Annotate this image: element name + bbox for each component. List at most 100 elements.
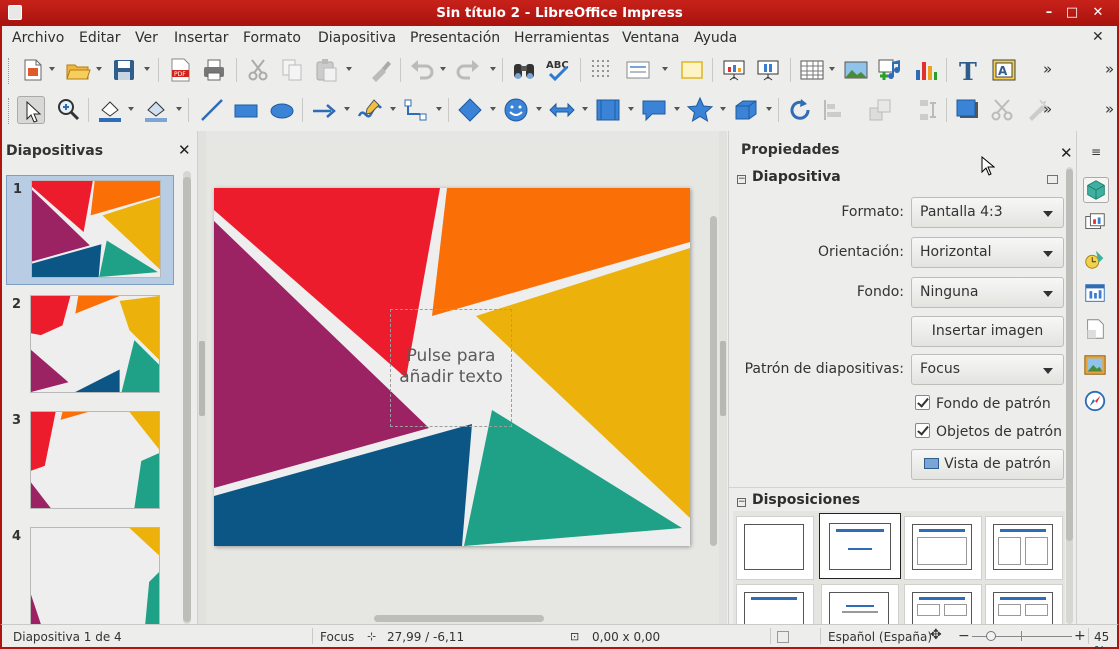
close-window-button[interactable]: ✕ xyxy=(1089,4,1107,22)
arrow-line-icon[interactable] xyxy=(310,96,338,124)
menu-ayuda[interactable]: Ayuda xyxy=(694,30,737,46)
cut-icon[interactable] xyxy=(244,56,272,84)
zoom-slider-handle[interactable] xyxy=(986,631,996,641)
slide-edit-area[interactable]: Pulse para añadir texto xyxy=(206,131,719,624)
toolbar-grip[interactable] xyxy=(8,58,11,84)
splitter-handle[interactable] xyxy=(199,341,205,416)
export-pdf-icon[interactable]: PDF xyxy=(166,56,194,84)
rectangle-tool-icon[interactable] xyxy=(232,96,260,124)
master-slides-deck-icon[interactable] xyxy=(1083,281,1109,307)
placeholder-text[interactable]: Pulse para añadir texto xyxy=(391,346,511,388)
chevron-down-icon[interactable] xyxy=(144,67,150,71)
drawing-overflow-button-right[interactable]: » xyxy=(1105,100,1114,118)
menu-ventana[interactable]: Ventana xyxy=(622,30,680,46)
scrollbar-thumb[interactable] xyxy=(183,177,191,622)
orientation-select[interactable]: Horizontal xyxy=(911,237,1064,268)
chevron-down-icon[interactable] xyxy=(490,67,496,71)
menu-ver[interactable]: Ver xyxy=(135,30,158,46)
select-pointer-icon[interactable] xyxy=(17,96,45,124)
spelling-icon[interactable]: ABC xyxy=(544,56,572,84)
splitter-handle[interactable] xyxy=(720,341,726,416)
scrollbar-thumb[interactable] xyxy=(1066,169,1073,541)
close-properties-button[interactable]: ✕ xyxy=(1060,144,1073,162)
line-color-icon[interactable] xyxy=(96,96,124,124)
chevron-down-icon[interactable] xyxy=(582,107,588,111)
layout-title-content-2[interactable] xyxy=(904,516,982,580)
chevron-down-icon[interactable] xyxy=(662,67,668,71)
block-arrows-icon[interactable] xyxy=(548,96,576,124)
chevron-down-icon[interactable] xyxy=(49,67,55,71)
callouts-icon[interactable] xyxy=(640,96,668,124)
chevron-down-icon[interactable] xyxy=(628,107,634,111)
maximize-button[interactable]: □ xyxy=(1063,4,1081,22)
chevron-down-icon[interactable] xyxy=(674,107,680,111)
more-options-icon[interactable] xyxy=(1047,175,1058,184)
master-background-checkbox[interactable]: Fondo de patrón xyxy=(915,395,1051,412)
properties-deck-icon[interactable] xyxy=(1083,177,1109,203)
layout-title-two-content[interactable] xyxy=(985,516,1063,580)
display-views-icon[interactable] xyxy=(624,56,652,84)
chevron-down-icon[interactable] xyxy=(436,107,442,111)
slide-thumbnail-4[interactable]: 4 xyxy=(6,523,174,624)
slide-canvas[interactable]: Pulse para añadir texto xyxy=(214,188,690,546)
menu-archivo[interactable]: Archivo xyxy=(12,30,64,46)
chevron-down-icon[interactable] xyxy=(720,107,726,111)
toolbar-grip[interactable] xyxy=(8,98,11,124)
stars-icon[interactable] xyxy=(686,96,714,124)
chevron-down-icon[interactable] xyxy=(490,107,496,111)
symbol-shapes-icon[interactable] xyxy=(502,96,530,124)
menu-presentacion[interactable]: Presentación xyxy=(410,30,500,46)
crop-image-icon[interactable] xyxy=(988,96,1016,124)
undo-icon[interactable] xyxy=(408,56,436,84)
insert-text-box-icon[interactable]: T xyxy=(954,56,982,84)
toolbar-overflow-button-right[interactable]: » xyxy=(1105,60,1114,78)
slide-thumbnail-list[interactable]: 1 2 3 4 xyxy=(6,171,182,624)
toolbar-overflow-button[interactable]: » xyxy=(1043,60,1052,78)
insert-image-icon[interactable] xyxy=(842,56,870,84)
chevron-down-icon[interactable] xyxy=(96,67,102,71)
close-document-button[interactable]: ✕ xyxy=(1092,29,1104,45)
copy-icon[interactable] xyxy=(278,56,306,84)
sidebar-menu-icon[interactable]: ≡ xyxy=(1091,145,1101,159)
insert-table-icon[interactable] xyxy=(798,56,826,84)
chevron-down-icon[interactable] xyxy=(390,107,396,111)
chevron-down-icon[interactable] xyxy=(440,67,446,71)
ellipse-tool-icon[interactable] xyxy=(268,96,296,124)
background-select[interactable]: Ninguna xyxy=(911,277,1064,308)
drawing-overflow-button[interactable]: » xyxy=(1043,100,1052,118)
print-icon[interactable] xyxy=(200,56,228,84)
document-modified-icon[interactable] xyxy=(777,631,789,643)
slide-transition-deck-icon[interactable] xyxy=(1083,211,1109,237)
shadow-icon[interactable] xyxy=(954,96,982,124)
language-status[interactable]: Español (España) xyxy=(828,630,932,644)
insert-image-button[interactable]: Insertar imagen xyxy=(911,316,1064,347)
paste-icon[interactable] xyxy=(312,56,340,84)
layout-title-content[interactable] xyxy=(819,513,901,579)
fit-slide-icon[interactable]: ✥ xyxy=(930,627,942,643)
edit-area-vertical-scrollbar[interactable] xyxy=(710,216,717,546)
master-view-button[interactable]: Vista de patrón xyxy=(911,449,1064,480)
rotate-icon[interactable] xyxy=(786,96,814,124)
open-folder-icon[interactable] xyxy=(64,56,92,84)
chevron-down-icon[interactable] xyxy=(176,107,182,111)
layouts-section-header[interactable]: − Disposiciones xyxy=(737,492,860,508)
chevron-down-icon[interactable] xyxy=(536,107,542,111)
start-current-slide-icon[interactable] xyxy=(754,56,782,84)
arrange-icon[interactable] xyxy=(866,96,894,124)
line-tool-icon[interactable] xyxy=(198,96,226,124)
redo-icon[interactable] xyxy=(454,56,482,84)
master-name-status[interactable]: Focus xyxy=(320,630,354,644)
left-pane-splitter[interactable] xyxy=(198,131,206,624)
zoom-level[interactable]: 45 % xyxy=(1094,630,1117,649)
slide-thumbnail-1[interactable]: 1 xyxy=(6,175,174,285)
3d-objects-icon[interactable] xyxy=(732,96,760,124)
collapse-icon[interactable]: − xyxy=(737,175,746,184)
find-replace-icon[interactable] xyxy=(510,56,538,84)
layout-blank[interactable] xyxy=(736,516,814,580)
edit-area-horizontal-scrollbar[interactable] xyxy=(374,615,544,622)
insert-media-icon[interactable] xyxy=(876,56,904,84)
distribute-icon[interactable] xyxy=(914,96,942,124)
gallery-deck-icon[interactable] xyxy=(1083,353,1109,379)
save-icon[interactable] xyxy=(110,56,138,84)
chevron-down-icon[interactable] xyxy=(766,107,772,111)
